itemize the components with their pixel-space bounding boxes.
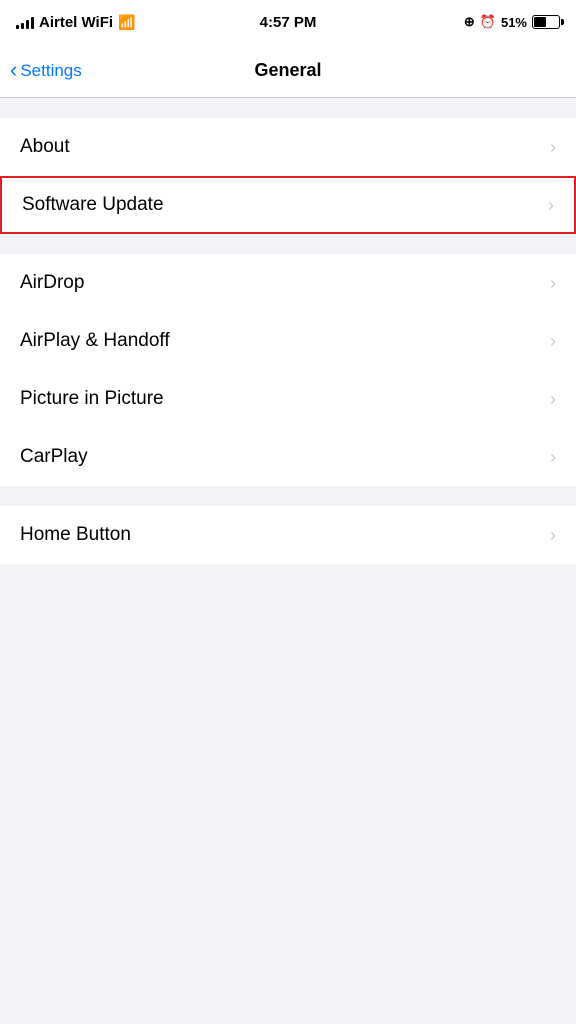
- battery-percent-label: 51%: [501, 15, 527, 30]
- list-item-home-button[interactable]: Home Button ›: [0, 506, 576, 564]
- wifi-icon: 📶: [118, 14, 135, 31]
- world-clock-icon: ⊕: [464, 14, 475, 30]
- list-item-about[interactable]: About ›: [0, 118, 576, 176]
- page-title: General: [254, 60, 321, 81]
- back-label[interactable]: Settings: [20, 61, 81, 81]
- back-button[interactable]: ‹ Settings: [10, 60, 82, 81]
- carrier-label: Airtel WiFi: [39, 14, 113, 31]
- carplay-label: CarPlay: [20, 446, 88, 468]
- chevron-right-icon: ›: [550, 525, 556, 546]
- status-time: 4:57 PM: [260, 14, 317, 31]
- group-separator-2: [0, 486, 576, 506]
- section-group-2: AirDrop › AirPlay & Handoff › Picture in…: [0, 254, 576, 486]
- nav-bar: ‹ Settings General: [0, 44, 576, 98]
- list-item-picture-in-picture[interactable]: Picture in Picture ›: [0, 370, 576, 428]
- section-group-1: About › Software Update ›: [0, 118, 576, 234]
- list-item-airplay-handoff[interactable]: AirPlay & Handoff ›: [0, 312, 576, 370]
- chevron-right-icon: ›: [550, 273, 556, 294]
- airplay-handoff-label: AirPlay & Handoff: [20, 330, 170, 352]
- home-button-label: Home Button: [20, 524, 131, 546]
- list-item-software-update[interactable]: Software Update ›: [0, 176, 576, 234]
- chevron-right-icon: ›: [548, 195, 554, 216]
- chevron-right-icon: ›: [550, 137, 556, 158]
- chevron-right-icon: ›: [550, 389, 556, 410]
- signal-icon: [16, 15, 34, 29]
- status-left: Airtel WiFi 📶: [16, 14, 135, 31]
- battery-icon: [532, 15, 560, 29]
- group-separator-1: [0, 234, 576, 254]
- status-right: ⊕ ⏰ 51%: [464, 14, 560, 30]
- list-item-carplay[interactable]: CarPlay ›: [0, 428, 576, 486]
- status-bar: Airtel WiFi 📶 4:57 PM ⊕ ⏰ 51%: [0, 0, 576, 44]
- picture-in-picture-label: Picture in Picture: [20, 388, 164, 410]
- section-group-3: Home Button ›: [0, 506, 576, 564]
- alarm-icon: ⏰: [480, 14, 496, 30]
- back-chevron-icon: ‹: [10, 59, 17, 81]
- airdrop-label: AirDrop: [20, 272, 84, 294]
- chevron-right-icon: ›: [550, 447, 556, 468]
- software-update-label: Software Update: [22, 194, 164, 216]
- chevron-right-icon: ›: [550, 331, 556, 352]
- list-item-airdrop[interactable]: AirDrop ›: [0, 254, 576, 312]
- about-label: About: [20, 136, 70, 158]
